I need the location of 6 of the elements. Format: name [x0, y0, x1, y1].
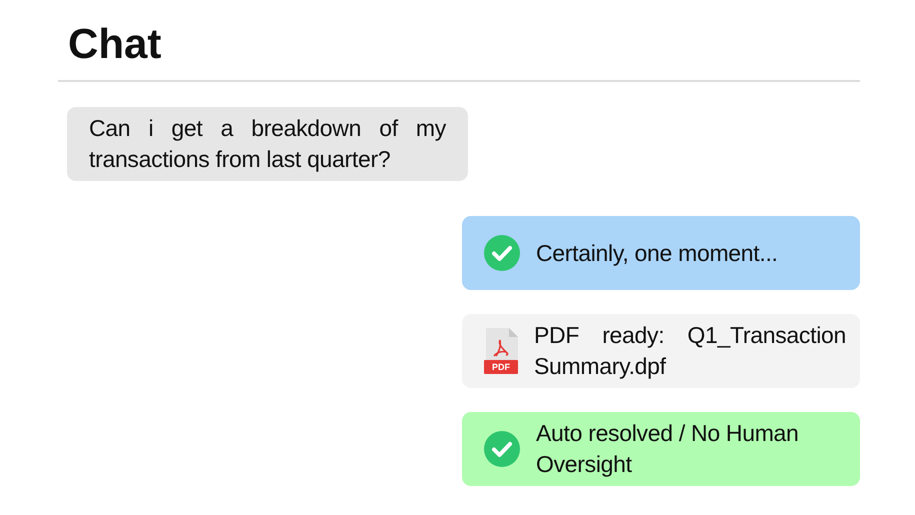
message-text: PDF ready: Q1_Transaction Summary.dpf — [534, 321, 846, 381]
message-text: Certainly, one moment... — [536, 238, 779, 268]
message-text: Auto resolved / No Human Oversight — [536, 419, 800, 479]
pdf-file-icon: PDF — [484, 328, 518, 374]
chat-title: Chat — [68, 19, 162, 69]
message-text: Can i get a breakdown of my transactions from last quarter? — [89, 114, 446, 174]
